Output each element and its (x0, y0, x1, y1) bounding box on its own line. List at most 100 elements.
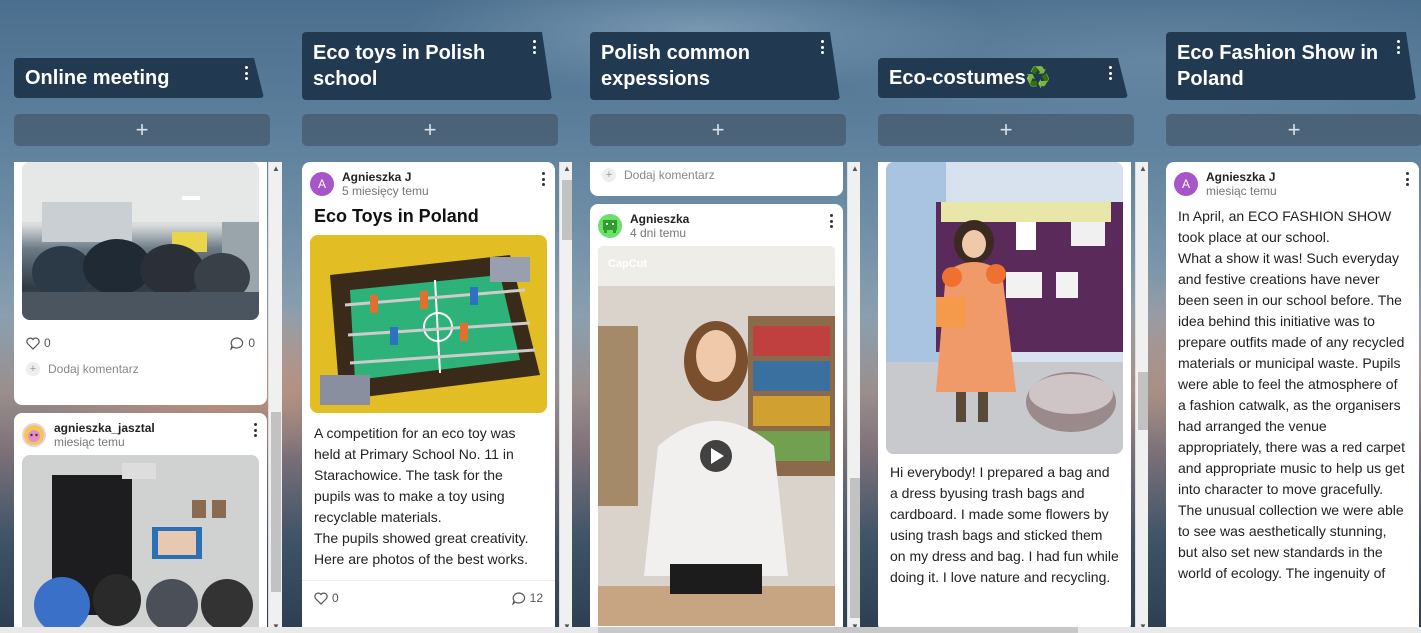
scrollbar-thumb[interactable] (271, 412, 281, 592)
video-watermark: CapCut (608, 258, 648, 270)
column-polish-expressions: Polish common expessions + + Dodaj komen… (590, 0, 860, 633)
post-header: A Agnieszka J miesiąc temu (1166, 162, 1419, 204)
classroom-video-photo (22, 455, 259, 633)
like-count: 0 (44, 336, 51, 350)
post-menu-icon[interactable] (541, 172, 545, 186)
column-eco-fashion-show: Eco Fashion Show in Poland + A Agnieszka… (1166, 0, 1421, 633)
scrollbar-thumb[interactable] (850, 478, 860, 618)
add-post-button[interactable]: + (878, 114, 1134, 146)
scroll-up-icon[interactable]: ▲ (560, 164, 572, 173)
classroom-photo (22, 162, 259, 320)
post-photo[interactable] (22, 455, 259, 633)
post-header: A Agnieszka J 5 miesięcy temu (302, 162, 555, 204)
add-comment[interactable]: + Dodaj komentarz (14, 358, 267, 386)
column-scroll-area[interactable]: + Dodaj komentarz Agnieszka 4 dni temu C… (590, 162, 860, 633)
add-post-button[interactable]: + (302, 114, 558, 146)
comment-count: 0 (248, 336, 255, 350)
like-button[interactable]: 0 (314, 591, 339, 605)
scrollbar-thumb[interactable] (598, 627, 1078, 633)
column-title: Online meeting (25, 67, 170, 89)
column-menu-icon[interactable] (532, 40, 536, 54)
scroll-up-icon[interactable]: ▲ (269, 164, 283, 173)
column-eco-toys: Eco toys in Polish school + A Agnieszka … (302, 0, 572, 633)
avatar[interactable] (22, 423, 46, 447)
post-time: 4 dni temu (630, 226, 687, 240)
column-scroll-area[interactable]: Hi everybody! I prepared a bag and a dre… (878, 162, 1148, 633)
post-footer: 0 12 (302, 580, 555, 613)
eco-costume-photo (886, 162, 1123, 454)
add-post-button[interactable]: + (14, 114, 270, 146)
post-video[interactable]: CapCut (598, 246, 835, 626)
column-scrollbar[interactable]: ▲ ▼ (847, 162, 860, 633)
column-menu-icon[interactable] (244, 66, 248, 80)
avatar-icon (24, 425, 44, 445)
add-post-button[interactable]: + (590, 114, 846, 146)
post-title: Eco Toys in Poland (314, 206, 479, 226)
column-eco-costumes: Eco-costumes♻️ + Hi everybody! I prepare… (878, 0, 1148, 633)
post-card[interactable]: Hi everybody! I prepared a bag and a dre… (878, 162, 1131, 632)
column-header[interactable]: Eco toys in Polish school (302, 32, 552, 100)
post-text: In April, an ECO FASHION SHOW took place… (1178, 208, 1405, 581)
scrollbar-thumb[interactable] (1138, 372, 1148, 430)
post-time: miesiąc temu (1206, 184, 1277, 198)
plus-icon: + (26, 362, 40, 376)
add-post-button[interactable]: + (1166, 114, 1421, 146)
post-card[interactable]: + Dodaj komentarz (590, 162, 843, 196)
board-horizontal-scrollbar[interactable] (0, 627, 1421, 633)
column-title: Eco toys in Polish school (313, 42, 486, 90)
post-menu-icon[interactable] (1405, 172, 1409, 186)
avatar[interactable]: A (1174, 172, 1198, 196)
column-title: Polish common expessions (601, 42, 750, 90)
table-football-photo (310, 235, 547, 413)
post-time: 5 miesięcy temu (342, 184, 429, 198)
column-scrollbar[interactable]: ▲ ▼ (1135, 162, 1148, 633)
monster-avatar-icon (603, 220, 617, 233)
comment-icon (511, 591, 525, 605)
like-count: 0 (332, 591, 339, 605)
post-header: agnieszka_jasztal miesiąc temu (14, 413, 267, 455)
comment-button[interactable]: 12 (511, 591, 543, 605)
post-time: miesiąc temu (54, 435, 125, 449)
column-menu-icon[interactable] (1396, 40, 1400, 54)
post-card[interactable]: A Agnieszka J 5 miesięcy temu Eco Toys i… (302, 162, 555, 633)
avatar[interactable]: A (310, 172, 334, 196)
column-title: Eco Fashion Show in Poland (1177, 42, 1379, 90)
avatar[interactable] (598, 214, 622, 238)
post-card[interactable]: A Agnieszka J miesiąc temu In April, an … (1166, 162, 1419, 633)
post-author: Agnieszka (630, 212, 690, 226)
column-scroll-area[interactable]: A Agnieszka J 5 miesięcy temu Eco Toys i… (302, 162, 572, 633)
post-menu-icon[interactable] (253, 423, 257, 437)
add-comment[interactable]: + Dodaj komentarz (590, 162, 843, 192)
comment-icon (230, 336, 244, 350)
column-scroll-area[interactable]: A Agnieszka J miesiąc temu In April, an … (1166, 162, 1421, 633)
column-online-meeting: Online meeting + 0 0 + Dodaj komentarz a… (14, 0, 282, 633)
comment-button[interactable]: 0 (230, 336, 255, 350)
post-text: A competition for an eco toy was held at… (314, 425, 529, 567)
post-card[interactable]: agnieszka_jasztal miesiąc temu (14, 413, 267, 633)
post-photo[interactable] (22, 162, 259, 320)
column-header[interactable]: Eco Fashion Show in Poland (1166, 32, 1416, 100)
column-header[interactable]: Online meeting (14, 58, 264, 98)
scroll-up-icon[interactable]: ▲ (1136, 164, 1148, 173)
column-menu-icon[interactable] (1108, 66, 1112, 80)
post-author: Agnieszka J (342, 170, 412, 184)
post-photo[interactable] (886, 162, 1123, 454)
post-card[interactable]: 0 0 + Dodaj komentarz (14, 162, 267, 405)
like-button[interactable]: 0 (26, 336, 51, 350)
column-scrollbar[interactable]: ▲ ▼ (268, 162, 282, 633)
post-card[interactable]: Agnieszka 4 dni temu CapCut (590, 204, 843, 633)
scroll-up-icon[interactable]: ▲ (848, 164, 860, 173)
scrollbar-thumb[interactable] (562, 180, 572, 240)
post-header: Agnieszka 4 dni temu (590, 204, 843, 246)
column-menu-icon[interactable] (820, 40, 824, 54)
column-header[interactable]: Eco-costumes♻️ (878, 58, 1128, 98)
plus-icon: + (602, 168, 616, 182)
post-photo[interactable] (310, 235, 547, 413)
comment-count: 12 (529, 591, 543, 605)
video-thumbnail (598, 246, 835, 626)
column-header[interactable]: Polish common expessions (590, 32, 840, 100)
add-comment-label: Dodaj komentarz (48, 362, 139, 376)
column-scroll-area[interactable]: 0 0 + Dodaj komentarz agnieszka_jasztal … (14, 162, 284, 633)
column-scrollbar[interactable]: ▲ ▼ (559, 162, 572, 633)
post-menu-icon[interactable] (829, 214, 833, 228)
